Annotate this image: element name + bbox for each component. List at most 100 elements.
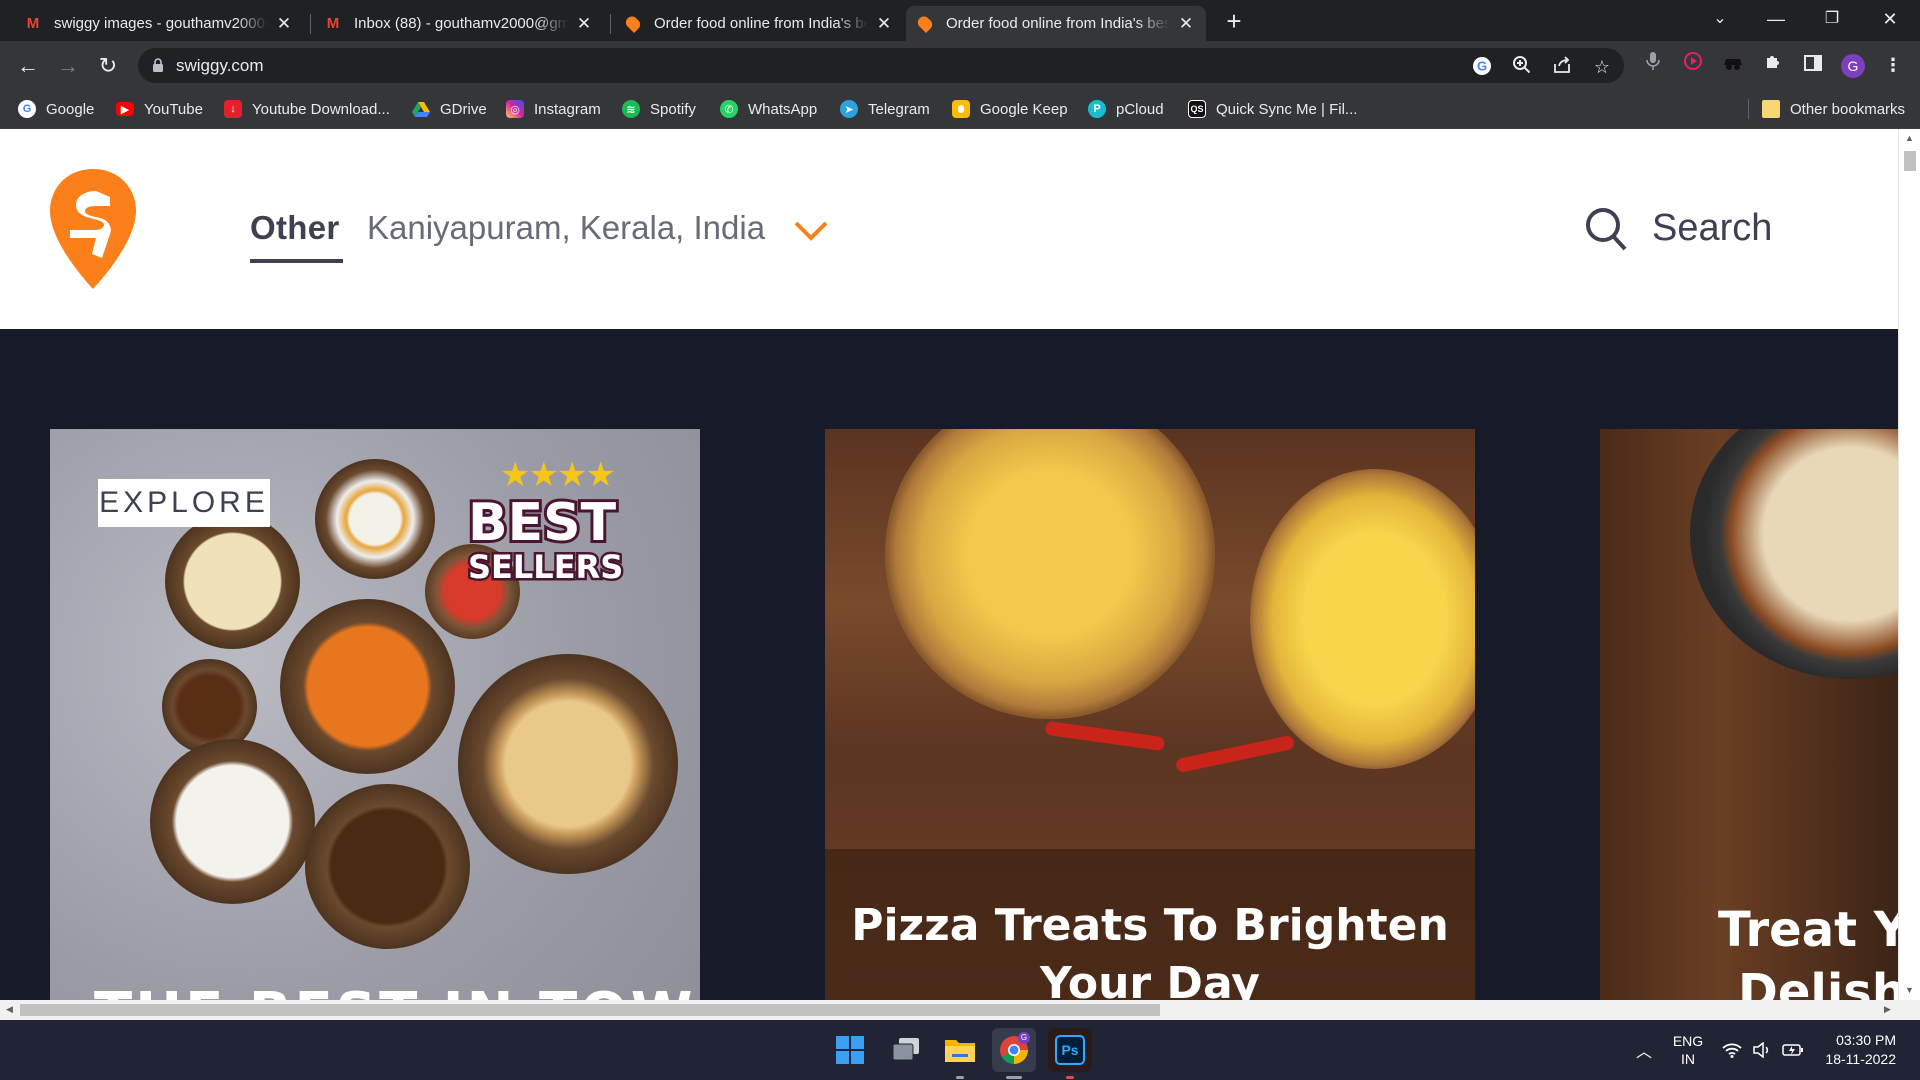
offer-card-pizza[interactable]: Pizza Treats To Brighten Your Day xyxy=(825,429,1475,1000)
chevron-down-icon[interactable] xyxy=(792,217,830,243)
bookmarks-bar: G Google ▶ YouTube ↓ Youtube Download...… xyxy=(0,90,1920,129)
lock-icon xyxy=(153,58,163,72)
swiggy-logo[interactable] xyxy=(48,167,138,291)
location-text[interactable]: Kaniyapuram, Kerala, India xyxy=(367,209,765,247)
bookmark-gdrive[interactable]: GDrive xyxy=(412,90,487,128)
card-title-line-2: Your Day xyxy=(1040,958,1260,1000)
scroll-left-arrow-icon[interactable]: ◀ xyxy=(6,1004,13,1015)
chrome-icon[interactable]: G xyxy=(992,1028,1036,1079)
naan-plate-image xyxy=(458,654,678,874)
close-window-button[interactable]: ✕ xyxy=(1862,0,1918,41)
bookmark-other-folder[interactable]: Other bookmarks xyxy=(1762,90,1905,128)
chili-image xyxy=(1044,720,1166,752)
swiggy-icon xyxy=(915,13,935,34)
microphone-icon[interactable] xyxy=(1638,50,1668,80)
wifi-icon[interactable] xyxy=(1722,1020,1742,1080)
bookmark-telegram[interactable]: ➤ Telegram xyxy=(840,90,930,128)
task-view-icon[interactable] xyxy=(884,1028,928,1072)
new-tab-button[interactable]: + xyxy=(1222,6,1246,36)
close-icon[interactable]: ✕ xyxy=(1176,14,1196,34)
search-link[interactable]: Search xyxy=(1652,207,1772,250)
bookmark-google-keep[interactable]: Google Keep xyxy=(952,90,1068,128)
close-icon[interactable]: ✕ xyxy=(874,14,894,34)
vertical-scroll-thumb[interactable] xyxy=(1904,151,1916,171)
chili-image xyxy=(1174,734,1296,774)
bookmark-youtube-download[interactable]: ↓ Youtube Download... xyxy=(224,90,390,128)
bookmark-youtube[interactable]: ▶ YouTube xyxy=(116,90,203,128)
page-viewport: Other Kaniyapuram, Kerala, India Search … xyxy=(0,129,1898,1000)
running-indicator xyxy=(1066,1076,1074,1079)
pizza-left-image xyxy=(885,429,1215,719)
horizontal-scrollbar[interactable]: ◀ ▶ xyxy=(0,1000,1920,1020)
scroll-right-arrow-icon[interactable]: ▶ xyxy=(1884,1004,1891,1015)
share-icon[interactable] xyxy=(1550,55,1574,79)
bookmark-pcloud[interactable]: P pCloud xyxy=(1088,90,1164,128)
extension-incognito-icon[interactable] xyxy=(1718,50,1748,80)
close-icon[interactable]: ✕ xyxy=(274,14,294,34)
tab-search-button[interactable]: ⌄ xyxy=(1692,0,1748,41)
biryani-pot-image xyxy=(1690,429,1898,679)
close-icon[interactable]: ✕ xyxy=(574,14,594,34)
pizza-right-image xyxy=(1250,469,1475,769)
tab-swiggy-images[interactable]: M swiggy images - gouthamv2000@gmail.com… xyxy=(14,6,304,41)
bookmark-label: YouTube xyxy=(144,100,203,118)
google-icon: G xyxy=(18,100,36,118)
clock[interactable]: 03:30 PM 18-11-2022 xyxy=(1820,1020,1896,1080)
scroll-up-arrow-icon[interactable]: ▲ xyxy=(1905,133,1914,143)
volume-icon[interactable] xyxy=(1752,1020,1772,1080)
reload-button[interactable]: ↻ xyxy=(92,50,124,82)
scroll-down-arrow-icon[interactable]: ▼ xyxy=(1905,985,1914,995)
zoom-icon[interactable] xyxy=(1510,55,1534,79)
best-sellers-heading: BEST SELLERS xyxy=(465,494,626,586)
download-icon: ↓ xyxy=(224,100,242,118)
bookmark-star-icon[interactable]: ☆ xyxy=(1590,55,1614,79)
browser-menu-icon[interactable]: ⋮ xyxy=(1878,50,1908,80)
browser-tab-strip: M swiggy images - gouthamv2000@gmail.com… xyxy=(0,0,1920,41)
back-button[interactable]: ← xyxy=(12,50,44,82)
windows-start-icon[interactable] xyxy=(828,1028,872,1072)
media-extension-icon[interactable] xyxy=(1678,50,1708,80)
bookmark-spotify[interactable]: ≋ Spotify xyxy=(622,90,696,128)
offer-card-best-sellers[interactable]: EXPLORE ★★★★ BEST SELLERS THE BEST IN TO… xyxy=(50,429,700,1000)
google-lens-icon[interactable]: G xyxy=(1470,55,1494,79)
tab-inbox[interactable]: M Inbox (88) - gouthamv2000@gmail.com ✕ xyxy=(314,6,604,41)
bookmark-whatsapp[interactable]: ✆ WhatsApp xyxy=(720,90,817,128)
address-bar[interactable]: swiggy.com G ☆ xyxy=(138,48,1624,83)
tab-title: swiggy images - gouthamv2000@gmail.com xyxy=(54,15,268,32)
sellers-text: SELLERS xyxy=(466,548,626,586)
file-explorer-icon[interactable] xyxy=(938,1028,982,1079)
photoshop-icon[interactable]: Ps xyxy=(1048,1028,1092,1079)
location-tab-other[interactable]: Other xyxy=(250,209,340,247)
battery-icon[interactable] xyxy=(1782,1020,1804,1080)
bookmark-divider xyxy=(1748,99,1749,119)
pcloud-icon: P xyxy=(1088,100,1106,118)
tab-swiggy-order-active[interactable]: Order food online from India's best food… xyxy=(906,6,1206,41)
language-indicator[interactable]: ENG IN xyxy=(1670,1020,1706,1080)
forward-button[interactable]: → xyxy=(52,50,84,82)
bookmark-google[interactable]: G Google xyxy=(18,90,94,128)
url-text: swiggy.com xyxy=(176,56,264,75)
restore-button[interactable]: ❐ xyxy=(1804,0,1860,41)
bookmark-label: Other bookmarks xyxy=(1790,100,1906,118)
clock-date: 18-11-2022 xyxy=(1825,1051,1896,1067)
bookmark-instagram[interactable]: ◎ Instagram xyxy=(506,90,601,128)
rice-bowl-image xyxy=(150,739,315,904)
offer-card-biryani[interactable]: Treat Yo Delish xyxy=(1600,429,1898,1000)
folder-icon xyxy=(1762,100,1780,118)
profile-avatar[interactable]: G xyxy=(1838,50,1868,80)
search-icon[interactable] xyxy=(1584,206,1628,252)
minimize-button[interactable]: — xyxy=(1748,0,1804,41)
extensions-puzzle-icon[interactable] xyxy=(1758,50,1788,80)
card-title-line-1: Treat Yo xyxy=(1718,902,1898,958)
show-hidden-icons-chevron-icon[interactable]: ︿ xyxy=(1636,1020,1652,1080)
lang-bottom: IN xyxy=(1681,1051,1695,1067)
horizontal-scroll-thumb[interactable] xyxy=(20,1004,1160,1016)
tab-swiggy-order-1[interactable]: Order food online from India's best food… xyxy=(614,6,904,41)
salad-bowl-image xyxy=(315,459,435,579)
gmail-icon: M xyxy=(326,15,340,32)
dal-bowl-image xyxy=(165,514,300,649)
side-panel-icon[interactable] xyxy=(1798,50,1828,80)
bookmark-quick-sync[interactable]: QS Quick Sync Me | Fil... xyxy=(1188,90,1357,128)
card-title-line-2: Delish xyxy=(1738,964,1898,1000)
vertical-scrollbar[interactable]: ▲ ▼ xyxy=(1898,129,1920,1000)
